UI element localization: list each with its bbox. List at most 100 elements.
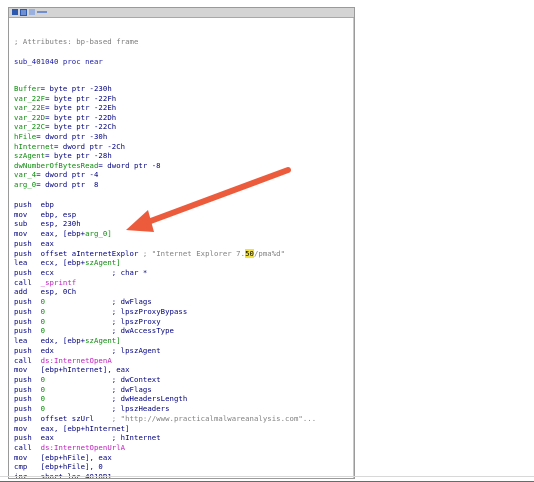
operand[interactable]: ecx, [ebp+ <box>41 258 85 267</box>
operand[interactable]: [ebp+hFile], 0 <box>41 462 103 471</box>
stack-var-def: = byte ptr -230h <box>40 84 112 93</box>
comment: ; "http://www.practicalmalwareanalysis.c… <box>111 413 317 423</box>
comment: ; dwHeadersLength <box>111 394 188 404</box>
stack-var-name[interactable]: var_22F <box>14 94 45 103</box>
stack-var-def: = dword ptr -30h <box>36 132 108 141</box>
stack-var-name[interactable]: var_4 <box>14 170 36 179</box>
stack-var-line[interactable]: hInternet= dword ptr -2Ch <box>14 142 125 152</box>
stack-var-name[interactable]: Buffer <box>14 84 41 93</box>
code-line[interactable]: push ecx ; char * <box>14 268 147 278</box>
operand[interactable]: offset szUrl <box>41 414 94 423</box>
code-line[interactable]: push 0 ; lpszProxyBypass <box>14 307 187 317</box>
mnemonic: push <box>14 326 41 336</box>
operand[interactable]: eax <box>41 433 54 442</box>
comment: ; lpszProxyBypass <box>111 306 188 316</box>
stack-var-name[interactable]: szAgent <box>14 151 45 160</box>
operand[interactable]: eax <box>41 239 54 248</box>
operand[interactable]: eax, [ebp+ <box>41 229 85 238</box>
operand[interactable]: _sprintf <box>41 278 77 287</box>
operand[interactable]: [ebp+hInternet], eax <box>41 365 130 374</box>
stack-var-name[interactable]: arg_0 <box>14 180 36 189</box>
stack-var-line[interactable]: arg_0= dword ptr 8 <box>14 180 98 190</box>
code-line[interactable]: push eax ; hInternet <box>14 433 161 443</box>
stack-var-name[interactable]: var_22E <box>14 103 45 112</box>
code-line[interactable]: cmp [ebp+hFile], 0 <box>14 462 103 472</box>
operand-ref[interactable]: szAgent] <box>85 336 121 345</box>
stack-var-line[interactable]: var_22D= byte ptr -22Dh <box>14 113 116 123</box>
operand[interactable]: ebp <box>41 200 54 209</box>
code-line[interactable]: call ds:InternetOpenA <box>14 356 112 366</box>
stack-var-def: = byte ptr -22Dh <box>45 112 117 122</box>
code-line[interactable]: push 0 ; dwFlags <box>14 385 152 395</box>
code-line[interactable]: lea edx, [ebp+szAgent] <box>14 336 121 346</box>
stack-var-line[interactable]: var_22C= byte ptr -22Ch <box>14 122 116 132</box>
scrollbar[interactable] <box>353 18 354 478</box>
code-line[interactable]: call _sprintf <box>14 278 76 288</box>
code-line[interactable]: call ds:InternetOpenUrlA <box>14 443 125 453</box>
proc-line[interactable]: sub_401040 proc near <box>14 57 103 67</box>
operand[interactable]: [ebp+hFile], eax <box>41 453 112 462</box>
code-line[interactable]: push offset aInternetExplor ; "Internet … <box>14 248 285 259</box>
code-line[interactable]: lea ecx, [ebp+szAgent] <box>14 258 121 268</box>
code-line[interactable]: push 0 ; lpszHeaders <box>14 404 170 414</box>
operand[interactable]: offset aInternetExplor <box>41 249 139 258</box>
code-line[interactable]: mov [ebp+hInternet], eax <box>14 365 130 375</box>
mnemonic: push <box>14 297 41 307</box>
stack-var-name[interactable]: hFile <box>14 132 36 141</box>
mnemonic: push <box>14 404 41 414</box>
operand[interactable]: ds:InternetOpenUrlA <box>41 443 125 452</box>
mnemonic: push <box>14 248 41 258</box>
search-highlight: 50 <box>245 248 254 258</box>
stack-var-line[interactable]: var_22F= byte ptr -22Fh <box>14 94 116 104</box>
stack-var-name[interactable]: var_22D <box>14 113 45 122</box>
stack-var-name[interactable]: dwNumberOfBytesRead <box>14 161 98 170</box>
code-line[interactable]: push edx ; lpszAgent <box>14 346 161 356</box>
stack-var-line[interactable]: szAgent= byte ptr -28h <box>14 151 112 161</box>
ida-graph-window: ; Attributes: bp-based frame sub_401040 … <box>8 7 355 479</box>
stack-var-def: = dword ptr -4 <box>36 170 99 180</box>
stack-var-def: = byte ptr -22Fh <box>45 93 117 103</box>
code-line[interactable]: push 0 ; dwAccessType <box>14 326 174 336</box>
comment: ; dwAccessType <box>111 326 174 336</box>
operand[interactable]: ds:InternetOpenA <box>41 356 112 365</box>
code-line[interactable]: sub esp, 230h <box>14 219 81 229</box>
code-line[interactable]: push 0 ; dwHeadersLength <box>14 394 187 404</box>
stack-var-def: = dword ptr 8 <box>36 180 99 189</box>
code-line[interactable]: mov [ebp+hFile], eax <box>14 453 112 463</box>
mnemonic: push <box>14 306 41 316</box>
operand[interactable]: esp, 0Ch <box>41 287 77 296</box>
code-line[interactable]: add esp, 0Ch <box>14 287 76 297</box>
stack-var-line[interactable]: var_22E= byte ptr -22Eh <box>14 103 116 113</box>
stack-var-line[interactable]: hFile= dword ptr -30h <box>14 132 107 142</box>
operand[interactable]: eax, [ebp+hInternet] <box>41 424 130 433</box>
code-line[interactable]: mov eax, [ebp+hInternet] <box>14 424 130 434</box>
mnemonic: push <box>14 345 41 355</box>
stack-var-line[interactable]: dwNumberOfBytesRead= dword ptr -8 <box>14 161 161 171</box>
disassembly-listing[interactable]: ; Attributes: bp-based frame sub_401040 … <box>14 8 354 478</box>
operand[interactable]: ebp, esp <box>41 210 77 219</box>
operand[interactable]: edx, [ebp+ <box>41 336 85 345</box>
mnemonic: add <box>14 287 41 297</box>
code-line[interactable]: push ebp <box>14 200 54 210</box>
code-line[interactable]: push 0 ; lpszProxy <box>14 317 161 327</box>
code-line[interactable]: push offset szUrl ; "http://www.practica… <box>14 414 316 424</box>
operand[interactable]: esp, 230h <box>41 219 81 228</box>
mnemonic: push <box>14 200 41 209</box>
stack-var-line[interactable]: Buffer= byte ptr -230h <box>14 84 112 94</box>
stack-var-name[interactable]: hInternet <box>14 142 54 151</box>
stack-var-name[interactable]: var_22C <box>14 122 45 131</box>
comment: ; lpszAgent <box>111 345 161 355</box>
operand[interactable]: edx <box>41 346 54 355</box>
stack-var-line[interactable]: var_4= dword ptr -4 <box>14 170 98 180</box>
comment: ; char * <box>111 268 148 278</box>
code-line[interactable]: push 0 ; dwContext <box>14 375 161 385</box>
mnemonic: mov <box>14 365 41 375</box>
mnemonic: push <box>14 384 41 394</box>
code-line[interactable]: mov eax, [ebp+arg_0] <box>14 229 112 239</box>
operand-ref[interactable]: szAgent] <box>85 258 121 267</box>
operand[interactable]: ecx <box>41 268 54 277</box>
code-line[interactable]: push 0 ; dwFlags <box>14 297 152 307</box>
code-line[interactable]: mov ebp, esp <box>14 210 76 220</box>
operand-ref[interactable]: arg_0] <box>85 229 112 238</box>
code-line[interactable]: push eax <box>14 239 54 249</box>
